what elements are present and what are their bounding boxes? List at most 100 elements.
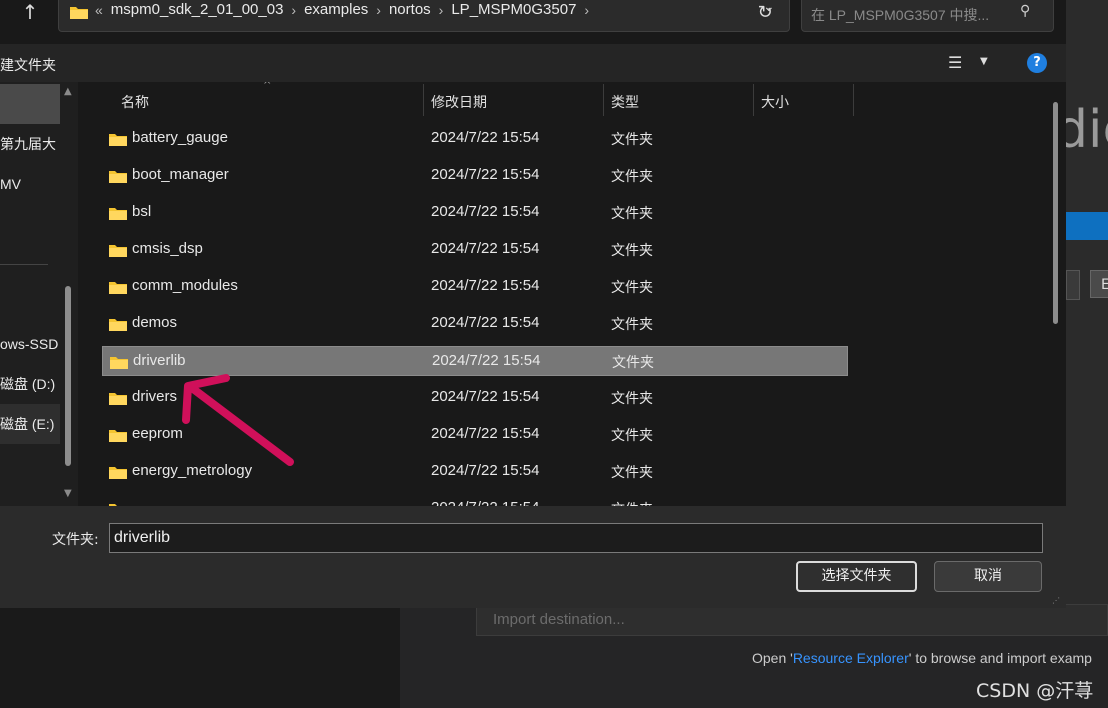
file-row[interactable]: energy_metrology 2024/7/22 15:54 文件夹 (102, 457, 848, 487)
file-type: 文件夹 (611, 465, 653, 481)
file-date: 2024/7/22 15:54 (431, 462, 540, 479)
file-name: drivers (132, 388, 178, 405)
file-name: bsl (132, 203, 152, 220)
scroll-thumb[interactable] (65, 286, 71, 466)
breadcrumb-item[interactable]: nortos (389, 1, 431, 18)
navigation-pane: 第九届大 MV ows-SSD 磁盘 (D:) 磁盘 (E:) ▲ ▼ (0, 82, 78, 506)
folder-icon (109, 393, 127, 405)
nav-item[interactable]: 第九届大 (0, 124, 60, 164)
file-name: driverlib (133, 352, 186, 369)
column-header: ^ 名称 修改日期 类型 大小 (82, 82, 1048, 118)
resource-explorer-hint: Open 'Resource Explorer' to browse and i… (752, 650, 1092, 666)
overflow-chevron-icon[interactable]: « (95, 2, 103, 18)
folder-icon (109, 319, 127, 331)
chevron-right-icon[interactable]: › (584, 2, 589, 18)
column-name[interactable]: 名称 (121, 92, 149, 112)
file-date: 2024/7/22 15:54 (431, 388, 540, 405)
nav-scrollbar[interactable]: ▲ ▼ (62, 82, 76, 506)
file-type: 文件夹 (611, 206, 653, 222)
nav-item[interactable] (0, 84, 60, 124)
folder-icon (110, 357, 128, 369)
chevron-down-icon[interactable]: ▼ (980, 56, 988, 67)
file-type: 文件夹 (611, 499, 653, 506)
folder-label: 文件夹: (52, 532, 99, 548)
up-arrow-icon[interactable]: ↑ (16, 0, 44, 26)
chevron-right-icon[interactable]: › (439, 2, 444, 18)
column-size[interactable]: 大小 (761, 92, 789, 112)
nav-item-disk-d[interactable]: 磁盘 (D:) (0, 364, 60, 404)
view-list-icon[interactable]: ☰ (948, 53, 962, 72)
footer: 文件夹: driverlib 选择文件夹 取消 ⋰ (0, 506, 1066, 608)
column-divider[interactable] (423, 84, 424, 116)
sort-caret-icon: ^ (263, 82, 272, 91)
address-row: ↑ « mspm0_sdk_2_01_00_03 › examples › no… (0, 0, 1066, 44)
help-icon[interactable]: ? (1027, 53, 1047, 73)
folder-icon (70, 7, 88, 19)
column-type[interactable]: 类型 (611, 92, 639, 112)
breadcrumb-item[interactable]: mspm0_sdk_2_01_00_03 (111, 1, 284, 18)
background-button-e[interactable]: E (1090, 270, 1108, 298)
column-divider[interactable] (603, 84, 604, 116)
file-name: energy_metrology (132, 462, 253, 479)
file-scrollbar[interactable] (1048, 82, 1062, 506)
background-button[interactable] (1066, 270, 1080, 300)
file-row[interactable]: driverlib 2024/7/22 15:54 文件夹 (102, 346, 848, 376)
folder-icon (109, 282, 127, 294)
nav-item-disk-e[interactable]: 磁盘 (E:) (0, 404, 60, 444)
file-type: 文件夹 (612, 355, 654, 371)
file-date: 2024/7/22 15:54 (431, 240, 540, 257)
open-suffix: ' to browse and import examp (908, 650, 1092, 666)
file-type: 文件夹 (611, 428, 653, 444)
breadcrumb-item[interactable]: LP_MSPM0G3507 (451, 1, 576, 18)
file-date: 2024/7/22 15:54 (431, 166, 540, 183)
search-input[interactable]: 在 LP_MSPM0G3507 中搜... ⚲ (801, 0, 1054, 32)
column-divider[interactable] (853, 84, 854, 116)
folder-icon (109, 430, 127, 442)
folder-icon (109, 208, 127, 220)
scroll-thumb[interactable] (1053, 102, 1058, 324)
file-row[interactable]: eeprom 2024/7/22 15:54 文件夹 (102, 420, 848, 450)
file-row[interactable]: battery_gauge 2024/7/22 15:54 文件夹 (102, 124, 848, 154)
nav-item[interactable]: MV (0, 164, 60, 204)
chevron-right-icon[interactable]: › (376, 2, 381, 18)
new-folder-button[interactable]: 建文件夹 (0, 55, 56, 75)
file-row[interactable]: boot_manager 2024/7/22 15:54 文件夹 (102, 161, 848, 191)
file-date: 2024/7/22 15:54 (431, 203, 540, 220)
file-name: battery_gauge (132, 129, 228, 146)
file-name: comm_modules (132, 277, 238, 294)
file-row[interactable]: bsl 2024/7/22 15:54 文件夹 (102, 198, 848, 228)
background-bottom-mid (400, 608, 460, 708)
file-date: 2024/7/22 15:54 (432, 352, 541, 369)
scroll-down-icon[interactable]: ▼ (64, 488, 72, 499)
file-row[interactable]: demos 2024/7/22 15:54 文件夹 (102, 309, 848, 339)
file-list: ^ 名称 修改日期 类型 大小 battery_gauge 2024/7/22 1… (82, 82, 1048, 506)
chevron-right-icon[interactable]: › (291, 2, 296, 18)
breadcrumb-item[interactable]: examples (304, 1, 368, 18)
cancel-button[interactable]: 取消 (934, 561, 1042, 592)
file-row[interactable]: drivers 2024/7/22 15:54 文件夹 (102, 383, 848, 413)
import-destination-field[interactable]: Import destination... (476, 604, 1108, 636)
refresh-icon[interactable]: ↻ (752, 0, 778, 26)
file-name: demos (132, 314, 178, 331)
folder-name-input[interactable]: driverlib (109, 523, 1043, 553)
resize-grip-icon[interactable]: ⋰ (1052, 596, 1060, 605)
file-type: 文件夹 (611, 169, 653, 185)
address-bar[interactable]: « mspm0_sdk_2_01_00_03 › examples › nort… (58, 0, 790, 32)
folder-picker-dialog: ↑ « mspm0_sdk_2_01_00_03 › examples › no… (0, 0, 1066, 608)
select-folder-button[interactable]: 选择文件夹 (796, 561, 917, 592)
column-date[interactable]: 修改日期 (431, 92, 487, 112)
file-row[interactable]: comm_modules 2024/7/22 15:54 文件夹 (102, 272, 848, 302)
resource-explorer-link[interactable]: Resource Explorer (793, 650, 909, 666)
file-name: eeprom (132, 425, 183, 442)
breadcrumb: « mspm0_sdk_2_01_00_03 › examples › nort… (95, 1, 597, 18)
scroll-up-icon[interactable]: ▲ (64, 86, 72, 97)
search-icon[interactable]: ⚲ (1020, 3, 1030, 19)
file-type: 文件夹 (611, 391, 653, 407)
nav-item-windows-ssd[interactable]: ows-SSD (0, 324, 60, 364)
file-name: cmsis_dsp (132, 240, 203, 257)
file-row[interactable]: cmsis_dsp 2024/7/22 15:54 文件夹 (102, 235, 848, 265)
file-date: 2024/7/22 15:54 (431, 314, 540, 331)
column-divider[interactable] (753, 84, 754, 116)
toolbar: 建文件夹 ☰ ▼ ? (0, 44, 1066, 82)
file-row[interactable]: 2024/7/22 15:54 文件夹 (102, 494, 848, 506)
